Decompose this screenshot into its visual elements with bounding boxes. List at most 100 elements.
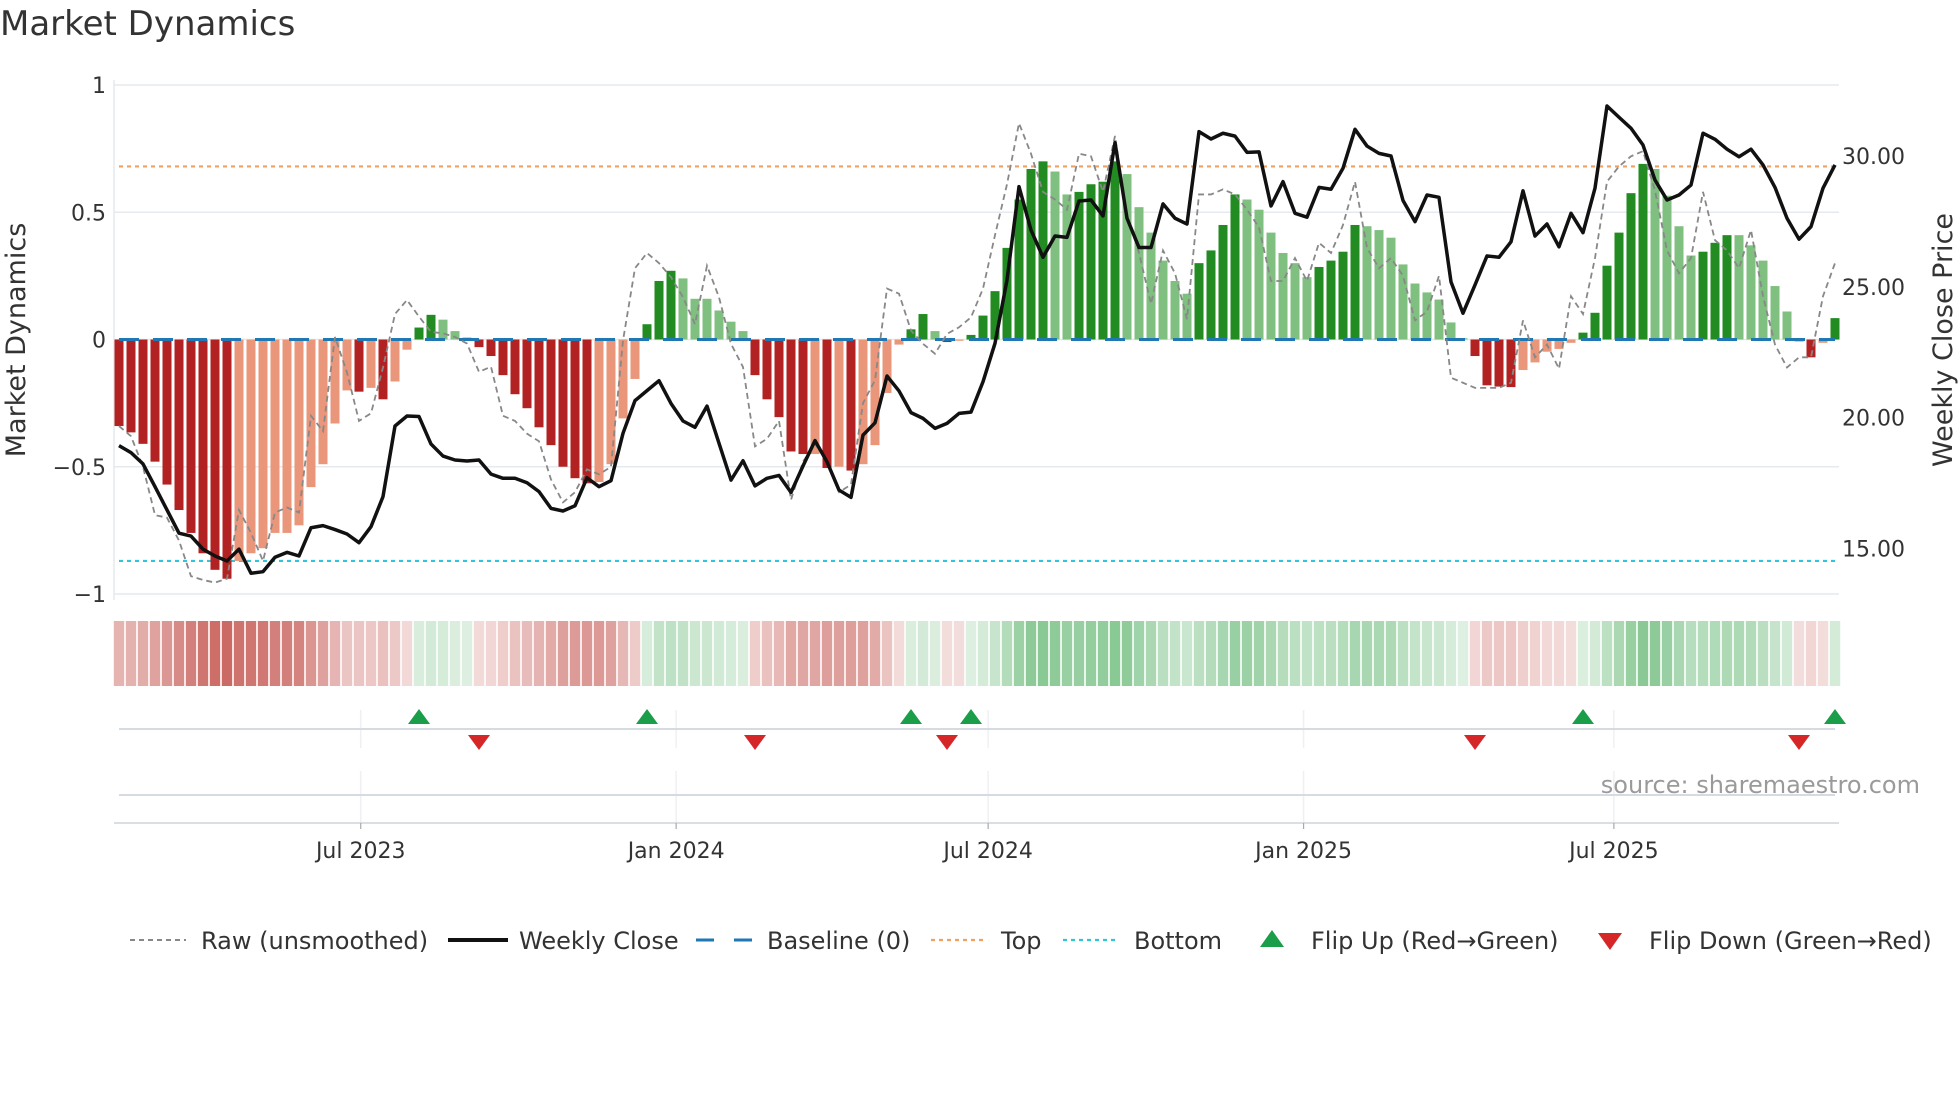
y2-tick-label: 15.00: [1842, 537, 1905, 562]
regime-strip-cell: [953, 621, 965, 686]
regime-strip-cell: [701, 621, 713, 686]
flip-up-marker: [636, 709, 658, 724]
momentum-bar: [1230, 194, 1240, 340]
momentum-bar: [498, 339, 508, 376]
momentum-bar: [1686, 255, 1696, 340]
regime-strip-cell: [149, 621, 161, 686]
regime-strip-cell: [1049, 621, 1061, 686]
momentum-bar: [1338, 251, 1348, 340]
regime-strip-cell: [737, 621, 749, 686]
regime-strip-cell: [1313, 621, 1325, 686]
regime-strip-cell: [1469, 621, 1481, 686]
momentum-bar: [1638, 163, 1648, 340]
regime-strip-cell: [1481, 621, 1493, 686]
y-tick-label: 1: [92, 74, 106, 99]
momentum-bar: [666, 270, 676, 340]
momentum-bar: [1302, 277, 1312, 340]
momentum-bar: [246, 339, 256, 554]
momentum-bar: [1530, 339, 1540, 363]
regime-strip-cell: [1673, 621, 1685, 686]
regime-strip-cell: [1553, 621, 1565, 686]
regime-strip-cell: [1457, 621, 1469, 686]
regime-strip-cell: [377, 621, 389, 686]
legend-label: Bottom: [1134, 927, 1222, 955]
legend-label: Top: [1000, 927, 1042, 955]
source-label: source: sharemaestro.com: [1601, 771, 1920, 799]
regime-strip-cell: [1565, 621, 1577, 686]
flip-up-marker: [900, 709, 922, 724]
regime-strip-cell: [1829, 621, 1841, 686]
regime-strip-cell: [281, 621, 293, 686]
flip-up-marker: [408, 709, 430, 724]
regime-strip-cell: [1421, 621, 1433, 686]
momentum-bar: [750, 339, 760, 376]
flip-up-icon: [1260, 930, 1284, 947]
regime-strip-cell: [1781, 621, 1793, 686]
regime-strip-cell: [689, 621, 701, 686]
flip-up-marker: [1572, 709, 1594, 724]
momentum-bar: [1266, 232, 1276, 340]
regime-strip-cell: [1709, 621, 1721, 686]
regime-strip-cell: [1613, 621, 1625, 686]
regime-strip-cell: [677, 621, 689, 686]
momentum-bar: [150, 339, 160, 462]
momentum-bar: [1158, 260, 1168, 340]
y-axis-label: Market Dynamics: [1, 223, 32, 458]
momentum-bar: [318, 339, 328, 465]
regime-strip-cell: [1661, 621, 1673, 686]
momentum-bar: [786, 339, 796, 452]
momentum-bar: [1734, 235, 1744, 340]
y-tick-label: 0: [92, 329, 106, 354]
regime-strip-cell: [1793, 621, 1805, 686]
momentum-bar: [642, 324, 652, 340]
regime-strip-cell: [461, 621, 473, 686]
momentum-bar: [798, 339, 808, 455]
x-tick-label: Jan 2025: [1253, 839, 1352, 864]
market-dynamics-chart: 1 0.5 0 −0.5 −1 30.00 25.00 20.00 15.00 Market Dy…: [1, 74, 1959, 955]
regime-strip-cell: [521, 621, 533, 686]
regime-strip-cell: [977, 621, 989, 686]
regime-strip-cell: [1397, 621, 1409, 686]
momentum-bar: [126, 339, 136, 433]
regime-strip-cell: [1757, 621, 1769, 686]
regime-strip-cell: [1541, 621, 1553, 686]
momentum-bar: [1782, 311, 1792, 340]
momentum-bar: [1398, 264, 1408, 340]
regime-strip-cell: [905, 621, 917, 686]
momentum-bar: [1614, 232, 1624, 340]
momentum-bar: [1698, 251, 1708, 340]
regime-strip-cell: [893, 621, 905, 686]
regime-strip-cell: [1349, 621, 1361, 686]
momentum-bar: [114, 339, 124, 427]
regime-strip-cell: [1301, 621, 1313, 686]
momentum-bar: [822, 339, 832, 469]
momentum-bar: [1602, 265, 1612, 340]
regime-strip-cell: [869, 621, 881, 686]
regime-strip-cell: [1337, 621, 1349, 686]
y2-axis-label: Weekly Close Price: [1928, 213, 1959, 467]
momentum-bar: [354, 339, 364, 392]
momentum-bar: [678, 278, 688, 340]
regime-strip-cell: [1697, 621, 1709, 686]
regime-strip-cell: [857, 621, 869, 686]
regime-strip-cell: [965, 621, 977, 686]
flip-up-marker: [960, 709, 982, 724]
momentum-bar: [222, 339, 232, 579]
y-tick-label: −1: [74, 583, 106, 608]
regime-strip-cell: [1265, 621, 1277, 686]
regime-strip-cell: [1169, 621, 1181, 686]
momentum-bar: [714, 310, 724, 340]
regime-strip-cell: [1181, 621, 1193, 686]
x-tick-label: Jul 2024: [941, 839, 1033, 864]
regime-strip-cell: [1649, 621, 1661, 686]
momentum-bar: [762, 339, 772, 400]
regime-strip-cell: [749, 621, 761, 686]
momentum-bar: [1470, 339, 1480, 357]
momentum-bar: [414, 327, 424, 340]
regime-strip-cell: [989, 621, 1001, 686]
momentum-bar: [1278, 252, 1288, 340]
legend-label: Weekly Close: [519, 927, 679, 955]
momentum-bar: [306, 339, 316, 488]
momentum-bar: [258, 339, 268, 549]
regime-strip-cell: [401, 621, 413, 686]
